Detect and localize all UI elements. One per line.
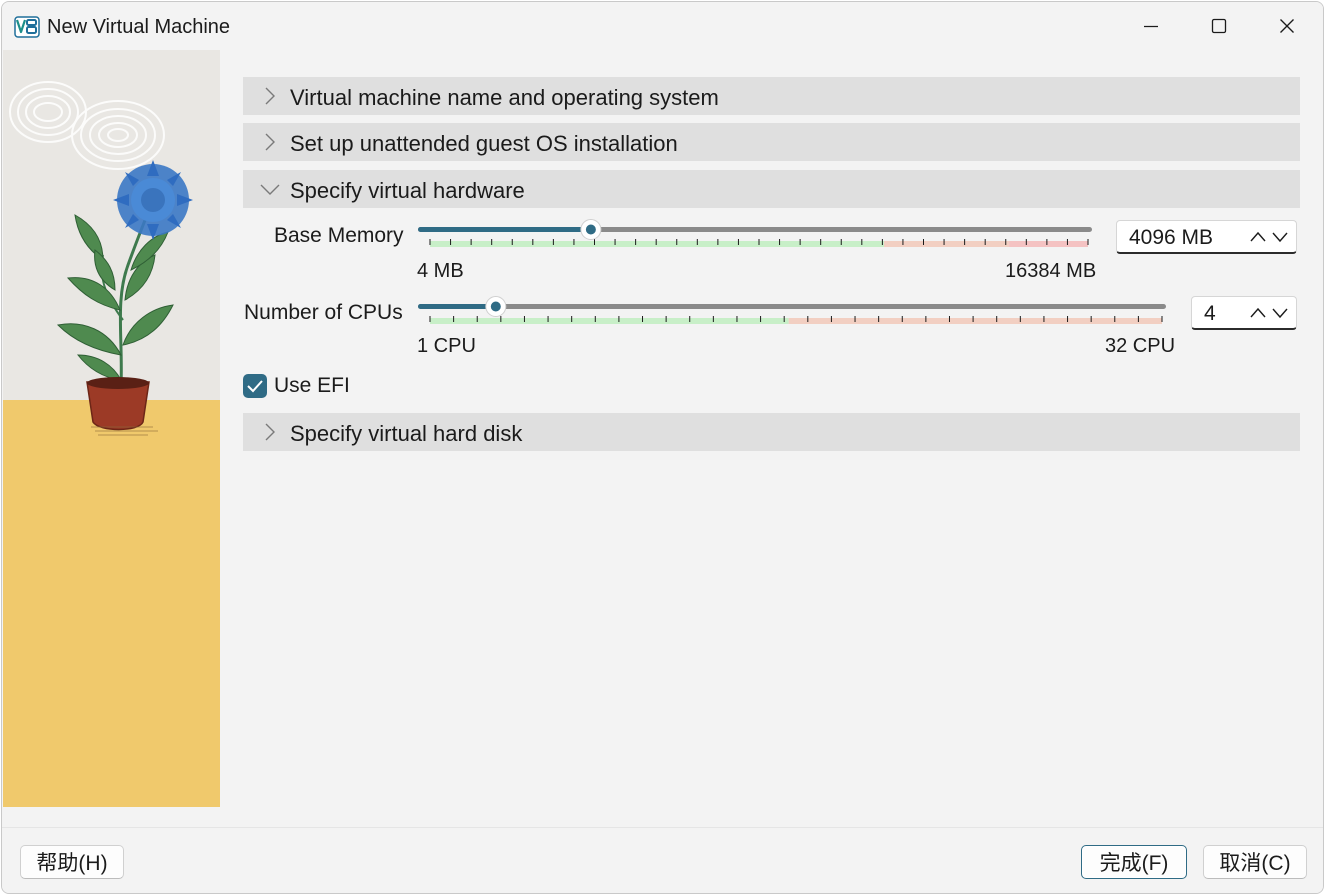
cancel-button[interactable]: 取消(C) [1203,845,1307,879]
section-unattended-install[interactable]: Set up unattended guest OS installation [243,123,1300,161]
base-memory-label: Base Memory [274,224,404,247]
window-title: New Virtual Machine [47,16,231,38]
spin-arrows-icon[interactable] [1248,303,1292,323]
base-memory-value[interactable]: 4096 MB [1129,226,1213,250]
cpu-count-max-label: 32 CPU [1105,335,1176,357]
cpu-slider-zone-warn [788,318,1162,324]
cpu-slider-fill [418,304,496,309]
base-memory-spinbox[interactable]: 4096 MB [1116,220,1297,254]
minimize-icon [1144,25,1158,28]
checkmark-icon [247,380,263,393]
wizard-content: Virtual machine name and operating syste… [220,50,1323,827]
virtualbox-app-icon [14,16,40,38]
section-label: Virtual machine name and operating syste… [290,85,719,110]
chevron-right-icon [265,133,275,151]
memory-slider-zone-safe [430,241,885,247]
wizard-illustration [3,50,220,807]
section-virtual-hardware[interactable]: Specify virtual hardware [243,170,1300,208]
use-efi-label: Use EFI [274,374,350,397]
spin-arrows-icon[interactable] [1248,227,1292,247]
help-button[interactable]: 帮助(H) [20,845,124,879]
memory-slider-fill [418,227,591,232]
cpu-slider-thumb-dot [490,301,501,312]
flower-pot-illustration [3,50,220,807]
dialog-footer: 帮助(H) 完成(F) 取消(C) [2,827,1323,893]
section-virtual-hard-disk[interactable]: Specify virtual hard disk [243,413,1300,451]
section-label: Specify virtual hardware [290,178,525,203]
title-bar[interactable]: New Virtual Machine [2,2,1323,50]
cpu-count-spinbox[interactable]: 4 [1191,296,1297,330]
chevron-right-icon [265,423,275,441]
memory-slider-thumb-dot [585,224,596,235]
maximize-button[interactable] [1185,2,1253,50]
section-label: Specify virtual hard disk [290,421,523,446]
close-button[interactable] [1253,2,1321,50]
cpu-slider-zone-safe [430,318,789,324]
minimize-button[interactable] [1117,2,1185,50]
chevron-right-icon [265,87,275,105]
cpu-count-slider[interactable] [416,295,1174,329]
close-icon [1280,19,1294,33]
base-memory-slider[interactable] [416,218,1100,252]
cpu-slider-track [418,304,1166,309]
section-label: Set up unattended guest OS installation [290,131,678,156]
cpu-count-value[interactable]: 4 [1204,302,1216,326]
cpu-count-min-label: 1 CPU [417,335,476,357]
base-memory-min-label: 4 MB [417,260,464,282]
use-efi-checkbox[interactable] [243,374,267,398]
chevron-down-icon [260,184,280,195]
memory-slider-zone-danger [1009,241,1088,247]
base-memory-max-label: 16384 MB [1005,260,1097,282]
new-vm-dialog: New Virtual Machine Virtual machine name… [1,1,1324,894]
maximize-icon [1211,18,1227,34]
cpu-count-label: Number of CPUs [244,301,403,324]
finish-button[interactable]: 完成(F) [1081,845,1187,879]
section-name-and-os[interactable]: Virtual machine name and operating syste… [243,77,1300,115]
